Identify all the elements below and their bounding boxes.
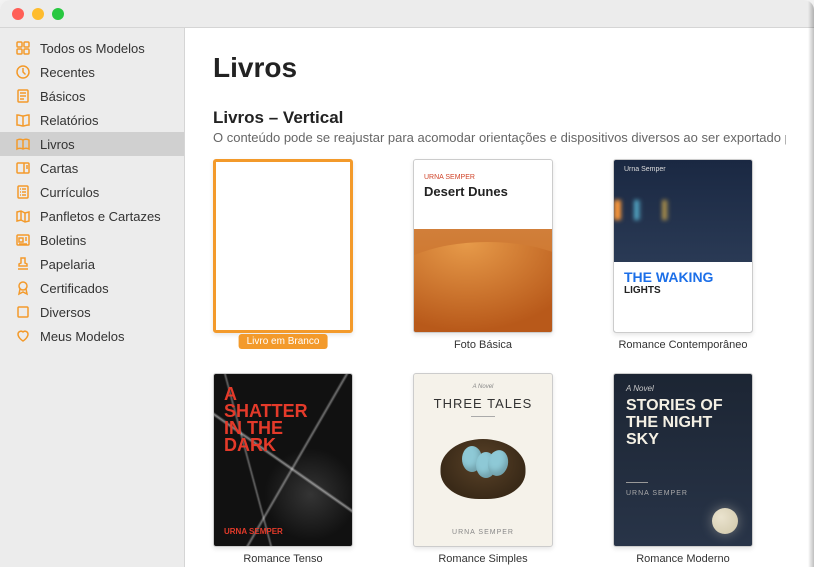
template-desert[interactable]: URNA SEMPER Desert Dunes Foto Básica [413, 159, 553, 351]
cover-subtitle: LIGHTS [624, 285, 742, 296]
square-icon [14, 303, 32, 321]
titlebar [0, 0, 814, 28]
doc-list-icon [14, 183, 32, 201]
template-waking[interactable]: Urna Semper THE WAKINGLIGHTS Romance Conte… [613, 159, 753, 351]
sidebar-item-básicos[interactable]: Básicos [0, 84, 184, 108]
zoom-window-button[interactable] [52, 8, 64, 20]
template-thumbnail[interactable]: URNA SEMPER Desert Dunes [413, 159, 553, 333]
sidebar-item-label: Meus Modelos [40, 329, 125, 344]
cover-title: THREE TALES [414, 396, 552, 411]
map-icon [14, 207, 32, 225]
sidebar-item-recentes[interactable]: Recentes [0, 60, 184, 84]
template-night[interactable]: A Novel STORIES OF THE NIGHT SKY URNA SEMP… [613, 373, 753, 565]
template-shatter[interactable]: ASHATTERIN THEDARK URNA SEMPER Romance Ten… [213, 373, 353, 565]
template-grid: Livro em Branco URNA SEMPER Desert Dunes Fo… [213, 159, 786, 565]
sidebar-item-label: Cartas [40, 161, 78, 176]
template-chooser-window: Todos os Modelos Recentes Básicos Relatório… [0, 0, 814, 567]
template-thumbnail[interactable]: ASHATTERIN THEDARK URNA SEMPER [213, 373, 353, 547]
ribbon-icon [14, 279, 32, 297]
book-icon [14, 135, 32, 153]
sidebar-item-currículos[interactable]: Currículos [0, 180, 184, 204]
template-caption: Romance Simples [413, 553, 553, 565]
doc-lines-icon [14, 87, 32, 105]
sidebar-item-diversos[interactable]: Diversos [0, 300, 184, 324]
cover-title: THE WAKING [624, 270, 742, 285]
sidebar: Todos os Modelos Recentes Básicos Relatório… [0, 28, 185, 567]
cover-top: A Novel [414, 384, 552, 390]
content: Livros Livros – Vertical O conteúdo pode… [185, 28, 814, 567]
newspaper-icon [14, 231, 32, 249]
template-caption: Romance Contemporâneo [613, 339, 753, 351]
body: Todos os Modelos Recentes Básicos Relatório… [0, 28, 814, 567]
sidebar-item-cartas[interactable]: Cartas [0, 156, 184, 180]
template-tales[interactable]: A Novel THREE TALES URNA SEMPER Romance Sim… [413, 373, 553, 565]
template-caption: Romance Tenso [213, 553, 353, 565]
sidebar-item-boletins[interactable]: Boletins [0, 228, 184, 252]
cover-top: A Novel [626, 384, 654, 393]
cover-title: Desert Dunes [424, 184, 508, 199]
sidebar-item-label: Relatórios [40, 113, 99, 128]
sidebar-item-label: Currículos [40, 185, 99, 200]
cover-title: STORIES OF THE NIGHT SKY [626, 398, 740, 448]
sidebar-item-todos-os-modelos[interactable]: Todos os Modelos [0, 36, 184, 60]
minimize-window-button[interactable] [32, 8, 44, 20]
template-thumbnail[interactable]: A Novel THREE TALES URNA SEMPER [413, 373, 553, 547]
postcard-icon [14, 159, 32, 177]
cover-title: ASHATTERIN THEDARK [224, 386, 308, 454]
template-blank[interactable]: Livro em Branco [213, 159, 353, 351]
sidebar-item-panfletos-e-cartazes[interactable]: Panfletos e Cartazes [0, 204, 184, 228]
sidebar-item-label: Boletins [40, 233, 86, 248]
cover-author: URNA SEMPER [424, 174, 475, 181]
sidebar-item-label: Recentes [40, 65, 95, 80]
sidebar-item-label: Livros [40, 137, 75, 152]
heart-icon [14, 327, 32, 345]
cover-author: URNA SEMPER [414, 529, 552, 536]
cover-author: Urna Semper [624, 166, 666, 173]
cover-author: URNA SEMPER [626, 490, 688, 497]
sidebar-item-livros[interactable]: Livros [0, 132, 184, 156]
template-thumbnail[interactable]: A Novel STORIES OF THE NIGHT SKY URNA SEMP… [613, 373, 753, 547]
sidebar-item-label: Panfletos e Cartazes [40, 209, 161, 224]
sidebar-item-papelaria[interactable]: Papelaria [0, 252, 184, 276]
sidebar-item-label: Básicos [40, 89, 86, 104]
stamp-icon [14, 255, 32, 273]
cover-author: URNA SEMPER [224, 527, 283, 536]
section-desc: O conteúdo pode se reajustar para acomod… [213, 130, 786, 145]
template-thumbnail[interactable] [213, 159, 353, 333]
close-window-button[interactable] [12, 8, 24, 20]
sidebar-item-label: Todos os Modelos [40, 41, 145, 56]
grid-icon [14, 39, 32, 57]
template-caption: Foto Básica [413, 339, 553, 351]
traffic-lights [12, 8, 64, 20]
sidebar-item-label: Papelaria [40, 257, 95, 272]
sidebar-item-certificados[interactable]: Certificados [0, 276, 184, 300]
book-open-icon [14, 111, 32, 129]
sidebar-item-relatórios[interactable]: Relatórios [0, 108, 184, 132]
page-title: Livros [213, 52, 786, 84]
sidebar-item-label: Diversos [40, 305, 91, 320]
clock-icon [14, 63, 32, 81]
sidebar-item-label: Certificados [40, 281, 109, 296]
template-caption: Livro em Branco [239, 334, 328, 349]
sidebar-item-meus-modelos[interactable]: Meus Modelos [0, 324, 184, 348]
template-caption: Romance Moderno [613, 553, 753, 565]
section-title: Livros – Vertical [213, 108, 786, 128]
template-thumbnail[interactable]: Urna Semper THE WAKINGLIGHTS [613, 159, 753, 333]
